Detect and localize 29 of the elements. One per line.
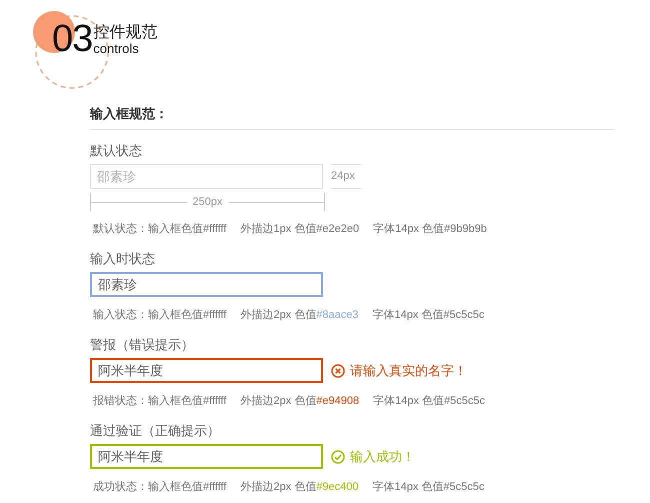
spec-note: 成功状态：输入框色值#ffffff	[93, 480, 226, 494]
spec-note: 外描边2px 色值#9ec400	[240, 480, 358, 494]
spec-note: 输入状态：输入框色值#ffffff	[93, 308, 226, 322]
spec-note: 字体14px 色值#9b9b9b	[373, 222, 487, 236]
spec-note: 报错状态：输入框色值#ffffff	[93, 394, 226, 408]
state-label: 通过验证（正确提示）	[90, 422, 220, 440]
check-icon	[331, 450, 345, 464]
spec-note: 字体14px 色值#5c5c5c	[373, 394, 485, 408]
state-label: 警报（错误提示）	[90, 336, 194, 354]
spec-note: 外描边2px 色值#e94908	[240, 394, 360, 408]
state-label: 默认状态	[90, 142, 142, 160]
height-annotation: 24px	[331, 164, 361, 189]
section-title: 控件规范	[93, 24, 158, 42]
input-field[interactable]: 邵素珍	[90, 164, 323, 189]
validation-message: 请输入真实的名字！	[350, 362, 467, 380]
state-label: 输入时状态	[90, 250, 155, 268]
input-field[interactable]: 阿米半年度	[90, 444, 323, 469]
spec-note: 字体14px 色值#5c5c5c	[372, 308, 484, 322]
spec-note: 外描边2px 色值#8aace3	[240, 308, 358, 322]
section-subtitle: controls	[93, 42, 140, 55]
spec-note: 字体14px 色值#5c5c5c	[372, 480, 484, 494]
spec-note: 外描边1px 色值#e2e2e0	[240, 222, 360, 236]
width-annotation: 250px	[90, 193, 325, 211]
error-icon	[331, 364, 345, 378]
input-field[interactable]: 阿米半年度	[90, 358, 323, 383]
spec-note: 默认状态：输入框色值#ffffff	[93, 222, 226, 236]
input-field[interactable]: 邵素珍	[90, 272, 323, 297]
heading: 输入框规范：	[90, 100, 615, 130]
validation-message: 输入成功！	[350, 448, 415, 466]
